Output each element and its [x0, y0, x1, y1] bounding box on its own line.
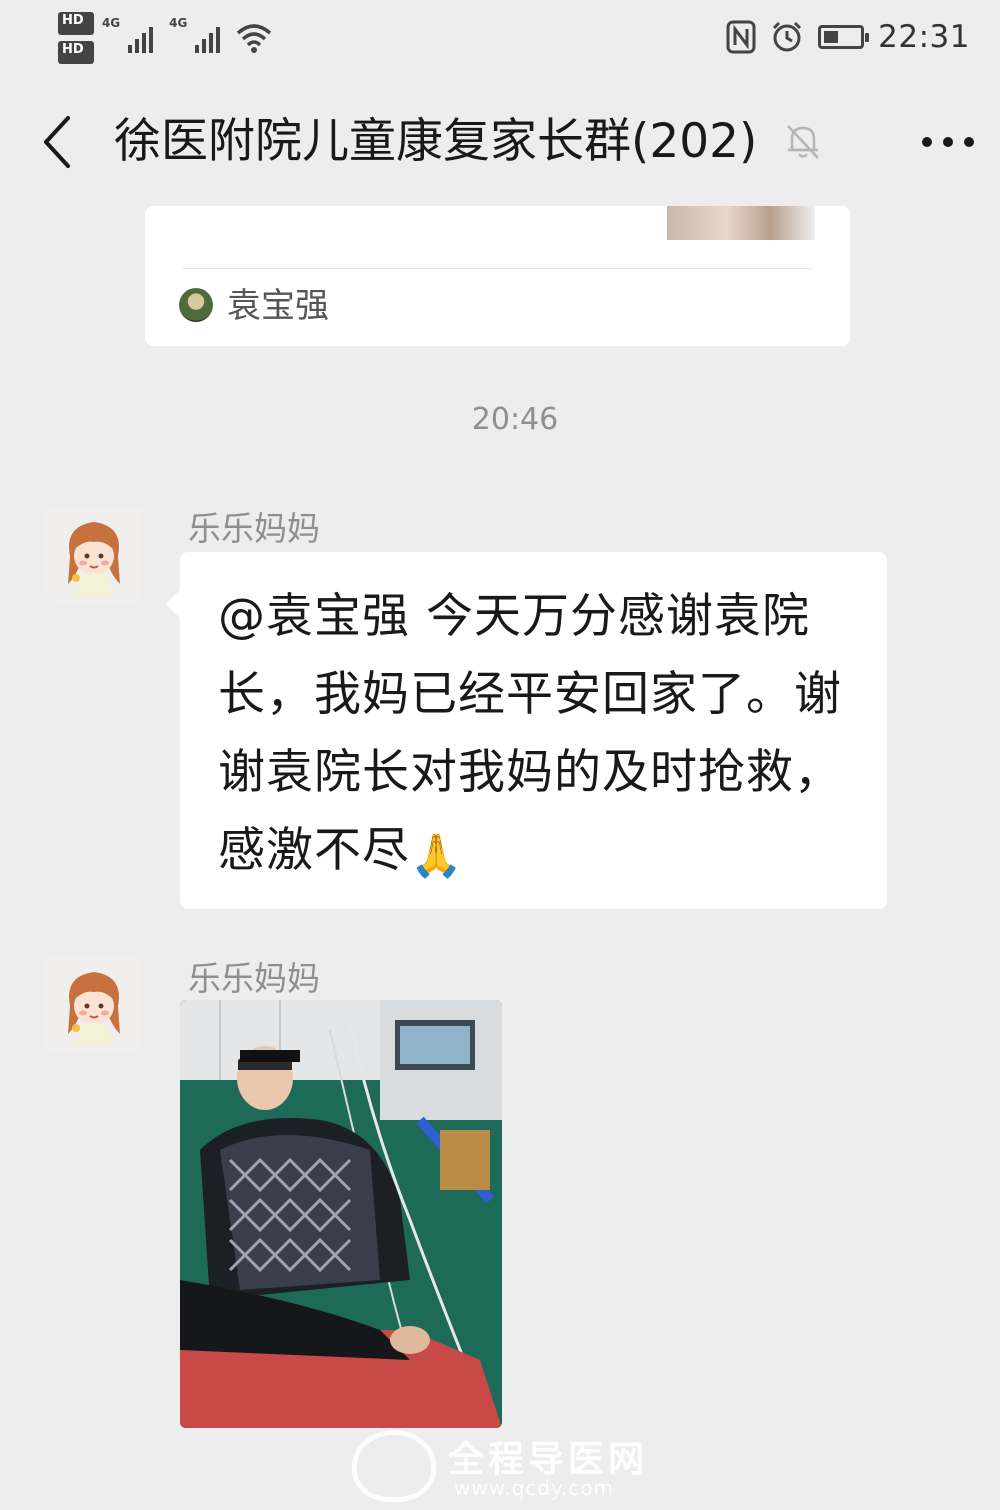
- status-bar: HD1 HD2 4G 4G 22:31: [0, 0, 1000, 80]
- card-thumbnail: [667, 206, 815, 240]
- back-button[interactable]: [38, 114, 78, 170]
- status-left: HD1 HD2 4G 4G: [58, 10, 272, 66]
- signal-icon: [128, 23, 154, 53]
- signal-icon: [195, 23, 221, 53]
- sender-name: 乐乐妈妈: [188, 509, 320, 548]
- girl-avatar-icon: [46, 506, 142, 602]
- bell-off-icon: [787, 125, 819, 159]
- chat-header: 徐医附院儿童康复家长群(202): [0, 90, 1000, 194]
- source-avatar-icon: [179, 288, 213, 322]
- girl-avatar-icon: [46, 956, 142, 1052]
- message-timestamp: 20:46: [471, 402, 559, 437]
- chat-title: 徐医附院儿童康复家长群(202): [114, 114, 758, 169]
- more-button[interactable]: [918, 124, 978, 160]
- chevron-left-icon: [44, 116, 70, 168]
- watermark-url: www.qcdy.com: [454, 1476, 615, 1500]
- pray-emoji-icon: 🙏: [410, 831, 464, 880]
- sim1-hd-badge: HD1: [58, 12, 94, 35]
- sender-name: 乐乐妈妈: [188, 959, 320, 998]
- sim2-hd-badge: HD2: [58, 41, 94, 64]
- message-photo[interactable]: [180, 1000, 502, 1428]
- avatar[interactable]: [46, 506, 142, 602]
- message-body: @袁宝强 今天万分感谢袁院长，我妈已经平安回家了。谢谢袁院长对我妈的及时抢救，感…: [218, 589, 842, 878]
- network2-label: 4G: [169, 16, 188, 30]
- watermark-logo-icon: [352, 1430, 436, 1502]
- network1-label: 4G: [101, 16, 121, 30]
- wifi-icon: [237, 24, 272, 53]
- more-dots-icon: [922, 137, 932, 147]
- card-divider: [183, 268, 812, 269]
- site-watermark: 全程导医网 www.qcdy.com: [352, 1424, 652, 1510]
- avatar[interactable]: [46, 956, 142, 1052]
- status-right: 22:31: [726, 14, 970, 60]
- card-source-name: 袁宝强: [227, 286, 329, 326]
- patient-photo-image: [180, 1000, 502, 1428]
- watermark-name: 全程导医网: [448, 1439, 649, 1480]
- status-time: 22:31: [878, 19, 970, 55]
- message-bubble[interactable]: @袁宝强 今天万分感谢袁院长，我妈已经平安回家了。谢谢袁院长对我妈的及时抢救，感…: [166, 552, 887, 909]
- nfc-icon: [726, 20, 756, 54]
- sim-badges: HD1 HD2: [58, 12, 94, 64]
- message-text: @袁宝强 今天万分感谢袁院长，我妈已经平安回家了。谢谢袁院长对我妈的及时抢救，感…: [180, 552, 887, 915]
- battery-icon: [818, 25, 870, 49]
- alarm-icon: [773, 21, 802, 52]
- shared-link-card[interactable]: 袁宝强: [145, 206, 850, 346]
- battery-fill: [824, 31, 839, 43]
